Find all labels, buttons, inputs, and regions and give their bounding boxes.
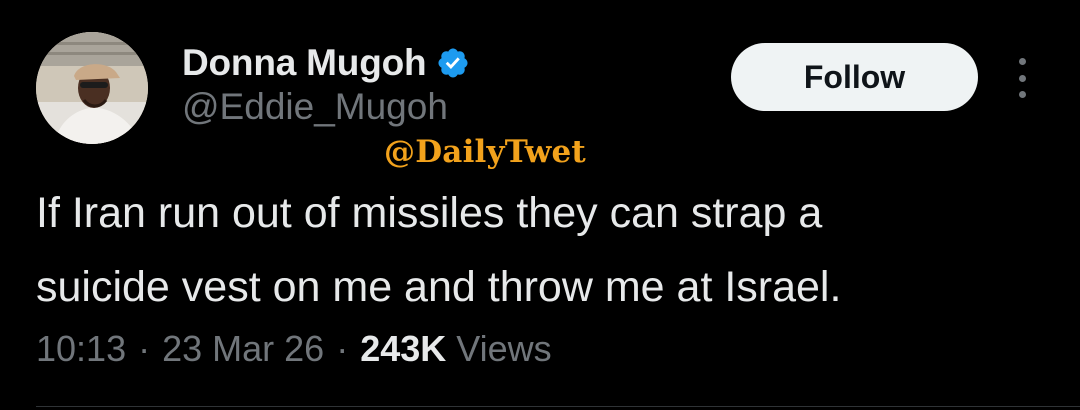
meta-separator: ·	[138, 328, 151, 369]
watermark: @DailyTwet	[384, 134, 586, 170]
tweet-meta: 10:13 · 23 Mar 26 · 243K Views	[36, 326, 552, 372]
name-row: Donna Mugoh	[182, 40, 470, 86]
more-vertical-icon[interactable]	[1010, 58, 1034, 98]
tweet-date[interactable]: 23 Mar 26	[162, 328, 324, 370]
display-name[interactable]: Donna Mugoh	[182, 42, 427, 84]
views-count[interactable]: 243K	[360, 328, 446, 370]
views-label[interactable]: Views	[456, 328, 551, 370]
tweet-time[interactable]: 10:13	[36, 328, 126, 370]
verified-badge-icon	[436, 46, 470, 80]
user-handle[interactable]: @Eddie_Mugoh	[182, 86, 448, 128]
tweet-card: Donna Mugoh @Eddie_Mugoh @DailyTwet Foll…	[0, 0, 1080, 410]
tweet-text: If Iran run out of missiles they can str…	[36, 189, 842, 311]
avatar[interactable]	[36, 32, 148, 144]
meta-separator: ·	[336, 328, 349, 369]
follow-button[interactable]: Follow	[731, 43, 978, 111]
divider	[36, 406, 1080, 407]
avatar-photo	[36, 32, 148, 144]
